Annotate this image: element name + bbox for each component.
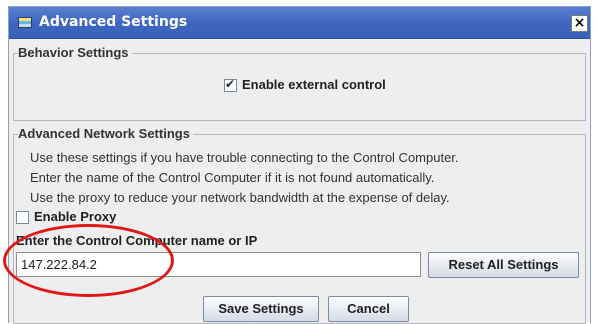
title-bar[interactable]: Advanced Settings × [9,7,590,39]
behavior-settings-label: Behavior Settings [18,45,132,60]
info-line: Enter the name of the Control Computer i… [30,170,435,185]
behavior-settings-group: Behavior Settings Enable external contro… [13,45,586,121]
cancel-button[interactable]: Cancel [328,296,409,322]
close-button[interactable]: × [571,15,588,32]
window-title: Advanced Settings [39,14,188,30]
computer-name-input[interactable] [16,252,421,277]
info-line: Use the proxy to reduce your network ban… [30,190,450,205]
enable-proxy-label[interactable]: Enable Proxy [34,209,116,224]
enable-external-control-label[interactable]: Enable external control [242,77,386,92]
app-icon [18,17,32,28]
computer-name-label: Enter the Control Computer name or IP [16,233,258,248]
info-line: Use these settings if you have trouble c… [30,150,459,165]
advanced-network-settings-group: Advanced Network Settings Use these sett… [13,126,586,324]
enable-external-control-checkbox[interactable] [224,77,237,92]
enable-proxy-checkbox[interactable] [16,211,29,224]
save-settings-button[interactable]: Save Settings [203,296,319,322]
advanced-settings-dialog: Advanced Settings × Behavior Settings En… [8,6,591,324]
advanced-network-settings-label: Advanced Network Settings [18,126,193,141]
reset-all-settings-button[interactable]: Reset All Settings [428,252,579,278]
